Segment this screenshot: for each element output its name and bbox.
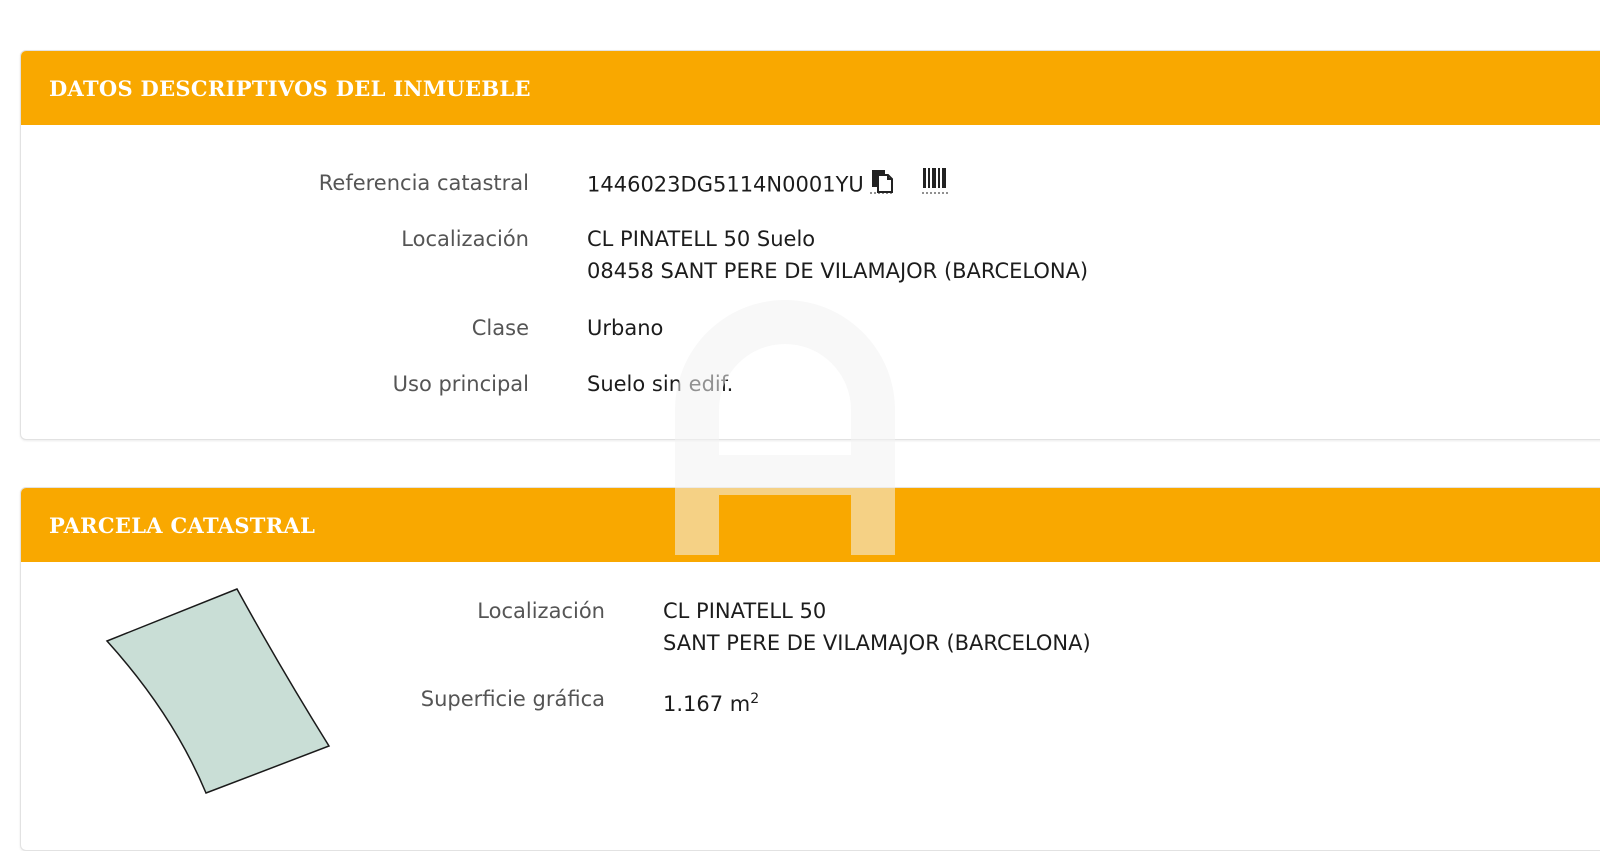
localizacion-value: CL PINATELL 50 Suelo 08458 SANT PERE DE … — [587, 223, 1088, 287]
parcela-catastral-title: PARCELA CATASTRAL — [49, 512, 316, 538]
superficie-unit-sup: 2 — [750, 691, 760, 707]
parcela-catastral-panel: PARCELA CATASTRAL Localización CL PINATE… — [20, 487, 1600, 851]
superficie-value-wrap: 1.167 m2 — [663, 683, 759, 720]
localizacion-line2: 08458 SANT PERE DE VILAMAJOR (BARCELONA) — [587, 259, 1089, 283]
uso-value: Suelo sin edif. — [587, 372, 734, 396]
localizacion-line1: CL PINATELL 50 Suelo — [587, 227, 816, 251]
parcela-localizacion-value: CL PINATELL 50 SANT PERE DE VILAMAJOR (B… — [663, 595, 1091, 659]
page: DATOS DESCRIPTIVOS DEL INMUEBLE Referenc… — [0, 0, 1600, 851]
datos-descriptivos-header: DATOS DESCRIPTIVOS DEL INMUEBLE — [21, 51, 1600, 125]
referencia-value-wrap: 1446023DG5114N0001YU — [587, 167, 948, 204]
superficie-value: 1.167 m — [663, 692, 751, 716]
superficie-label: Superficie gráfica — [420, 687, 605, 711]
datos-descriptivos-title: DATOS DESCRIPTIVOS DEL INMUEBLE — [49, 75, 531, 101]
clase-value: Urbano — [587, 316, 664, 340]
copy-icon[interactable] — [869, 168, 894, 203]
parcela-localizacion-line2: SANT PERE DE VILAMAJOR (BARCELONA) — [663, 631, 1091, 655]
datos-descriptivos-panel: DATOS DESCRIPTIVOS DEL INMUEBLE Referenc… — [20, 50, 1600, 440]
barcode-icon[interactable] — [921, 167, 948, 204]
parcela-localizacion-line1: CL PINATELL 50 — [663, 599, 827, 623]
referencia-label: Referencia catastral — [318, 171, 529, 195]
parcela-catastral-header: PARCELA CATASTRAL — [21, 488, 1600, 562]
uso-label: Uso principal — [392, 372, 529, 396]
clase-label: Clase — [471, 316, 529, 340]
referencia-value: 1446023DG5114N0001YU — [587, 172, 864, 197]
localizacion-label: Localización — [401, 227, 529, 251]
parcela-localizacion-label: Localización — [477, 599, 605, 623]
